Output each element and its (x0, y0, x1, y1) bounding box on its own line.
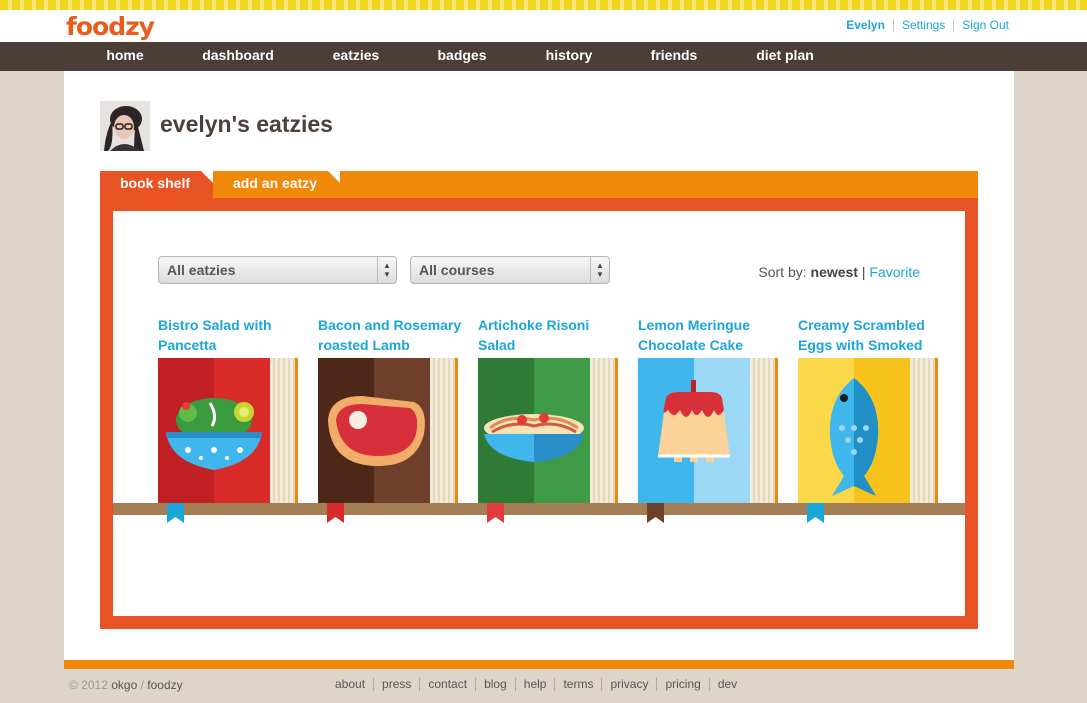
cake-icon (638, 358, 778, 503)
footer-link-pricing[interactable]: pricing (656, 678, 708, 691)
brand-link[interactable]: foodzy (147, 678, 182, 692)
sort-label: Sort by: (758, 264, 807, 280)
book-shelf-panel: All eatzies ▲ ▼ All courses ▲ ▼ Sort by: n… (113, 211, 965, 616)
sort-favorite[interactable]: Favorite (869, 264, 920, 280)
footer-link-terms[interactable]: terms (554, 678, 601, 691)
footer-link-privacy[interactable]: privacy (601, 678, 656, 691)
sort-controls: Sort by: newest | Favorite (758, 264, 920, 280)
foodzy-logo[interactable]: foodzy (66, 12, 155, 41)
copyright-year: © 2012 (69, 678, 108, 692)
book-scrambled-eggs[interactable] (798, 358, 938, 503)
avatar[interactable] (100, 101, 150, 151)
book-title-bistro-salad[interactable]: Bistro Salad with Pancetta (158, 315, 304, 355)
pasta-bowl-icon (478, 358, 618, 503)
user-name-link[interactable]: Evelyn (838, 19, 893, 32)
settings-link[interactable]: Settings (892, 19, 953, 32)
book-roasted-lamb[interactable] (318, 358, 458, 503)
copyright: © 2012 okgo / foodzy (69, 678, 183, 692)
nav-diet-plan[interactable]: diet plan (748, 42, 822, 71)
sort-separator: | (861, 264, 866, 280)
book-title-lemon-meringue[interactable]: Lemon Meringue Chocolate Cake (638, 315, 784, 355)
nav-home[interactable]: home (95, 42, 155, 71)
sign-out-link[interactable]: Sign Out (953, 19, 1009, 32)
nav-eatzies[interactable]: eatzies (323, 42, 389, 80)
footer-link-dev[interactable]: dev (708, 678, 745, 691)
nav-badges[interactable]: badges (430, 42, 494, 71)
footer-link-blog[interactable]: blog (475, 678, 515, 691)
nav-history[interactable]: history (537, 42, 601, 71)
sort-newest[interactable]: newest (811, 264, 858, 280)
top-stripe (0, 0, 1087, 10)
footer-bar (64, 660, 1014, 669)
eatzies-filter-select[interactable]: All eatzies ▲ ▼ (158, 256, 397, 284)
book-title-risoni-salad[interactable]: Artichoke Risoni Salad (478, 315, 624, 355)
eatzies-filter-value: All eatzies (167, 262, 236, 278)
book-title-scrambled-eggs[interactable]: Creamy Scrambled Eggs with Smoked (798, 315, 944, 355)
copyright-slash: / (140, 678, 144, 692)
nav-dashboard[interactable]: dashboard (195, 42, 281, 71)
courses-filter-value: All courses (419, 262, 495, 278)
book-bistro-salad[interactable] (158, 358, 298, 503)
user-links: Evelyn Settings Sign Out (838, 19, 1009, 32)
fish-icon (798, 358, 938, 503)
main-content: evelyn's eatzies book shelf add an eatzy… (64, 71, 1014, 660)
nav-friends[interactable]: friends (643, 42, 705, 71)
tab-book-shelf[interactable]: book shelf (100, 171, 213, 198)
footer-links: about press contact blog help terms priv… (335, 678, 745, 691)
footer-link-about[interactable]: about (335, 678, 373, 691)
footer-link-press[interactable]: press (373, 678, 419, 691)
footer: © 2012 okgo / foodzy about press contact… (0, 669, 1087, 703)
page-title: evelyn's eatzies (160, 111, 333, 137)
salad-bowl-icon (158, 358, 298, 503)
book-risoni-salad[interactable] (478, 358, 618, 503)
bookmark-ribbon-icon[interactable] (807, 503, 824, 523)
steak-icon (318, 358, 458, 503)
main-nav: home dashboard eatzies badges history fr… (0, 42, 1087, 80)
select-arrows-icon: ▲ ▼ (377, 257, 396, 283)
bookmark-ribbon-icon[interactable] (327, 503, 344, 523)
courses-filter-select[interactable]: All courses ▲ ▼ (410, 256, 610, 284)
book-title-roasted-lamb[interactable]: Bacon and Rosemary roasted Lamb (318, 315, 464, 355)
tab-bar: book shelf add an eatzy (100, 171, 978, 198)
bookmark-ribbon-icon[interactable] (647, 503, 664, 523)
footer-link-contact[interactable]: contact (419, 678, 475, 691)
bookmark-ribbon-icon[interactable] (487, 503, 504, 523)
book-shelf-frame: All eatzies ▲ ▼ All courses ▲ ▼ Sort by: n… (100, 198, 978, 629)
top-bar: foodzy Evelyn Settings Sign Out (0, 10, 1087, 42)
book-lemon-meringue[interactable] (638, 358, 778, 503)
company-link[interactable]: okgo (111, 678, 137, 692)
tab-add-eatzy[interactable]: add an eatzy (213, 171, 340, 198)
shelf-plank (113, 503, 965, 515)
bookmark-ribbon-icon[interactable] (167, 503, 184, 523)
footer-link-help[interactable]: help (514, 678, 555, 691)
select-arrows-icon: ▲ ▼ (590, 257, 609, 283)
